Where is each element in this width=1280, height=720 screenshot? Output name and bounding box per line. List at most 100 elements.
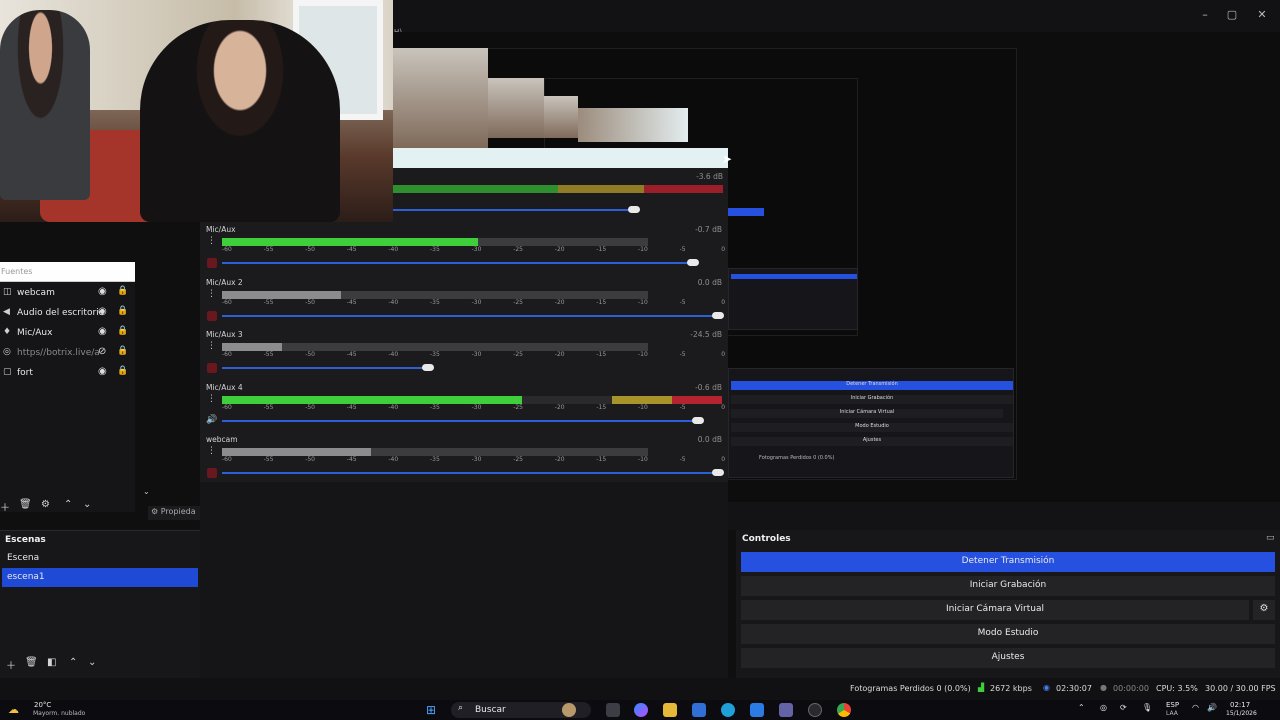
remove-scene-icon[interactable]: 🗑	[25, 657, 38, 668]
task-view-icon[interactable]	[606, 703, 620, 717]
tray-chevron-icon[interactable]: ⌃	[1078, 703, 1085, 712]
channel-menu-icon[interactable]: ⋮	[207, 289, 216, 299]
news-widget-icon[interactable]	[562, 703, 576, 717]
start-recording-button[interactable]: Iniciar Grabación	[741, 576, 1275, 596]
outlook-icon[interactable]	[750, 703, 764, 717]
mixer-channel: webcam 0.0 dB ⋮ -60 -55 -50 -45 -40 -35 -30 -25 -20…	[200, 432, 728, 484]
volume-knob[interactable]	[712, 469, 724, 476]
recursive-small-primary	[731, 274, 857, 279]
windows-start-icon[interactable]: ⊞	[426, 703, 436, 717]
volume-icon[interactable]: 🔊	[1207, 703, 1217, 712]
virtual-camera-settings-icon[interactable]: ⚙	[1253, 600, 1275, 620]
eye-icon[interactable]: ◉	[98, 286, 107, 297]
volume-slider[interactable]	[222, 367, 432, 369]
stop-stream-button[interactable]: Detener Transmisión	[741, 552, 1275, 572]
lock-icon[interactable]: 🔒	[117, 326, 128, 336]
add-scene-icon[interactable]: ＋	[6, 657, 16, 672]
language-indicator[interactable]: ESP	[1166, 701, 1179, 709]
speaker-icon[interactable]: 🔊	[206, 415, 217, 425]
lock-icon[interactable]: 🔒	[117, 286, 128, 296]
eye-icon[interactable]: ◉	[98, 326, 107, 337]
scenes-title: Escenas	[5, 535, 46, 545]
move-up-icon[interactable]: ⌃	[64, 499, 72, 510]
volume-knob[interactable]	[687, 259, 699, 266]
meter-tick-label: -25	[513, 403, 523, 411]
copilot-icon[interactable]	[634, 703, 648, 717]
source-item[interactable]: ◫ webcam ◉ 🔒	[0, 283, 135, 303]
meter-tick-label: -5	[679, 351, 686, 358]
muted-icon[interactable]	[207, 310, 217, 321]
desktop-audio-knob[interactable]	[628, 206, 640, 213]
obs-taskbar-icon[interactable]	[808, 703, 822, 717]
chrome-icon[interactable]	[837, 703, 851, 717]
scene-up-icon[interactable]: ⌃	[69, 657, 77, 668]
lock-icon[interactable]: 🔒	[117, 366, 128, 376]
virtual-camera-button[interactable]: Iniciar Cámara Virtual	[741, 600, 1249, 620]
dropped-frames: Fotogramas Perdidos 0 (0.0%)	[850, 684, 971, 693]
teams-icon[interactable]	[779, 703, 793, 717]
meter-tick-label: -25	[513, 351, 523, 358]
recursive-settings-button: Ajustes	[731, 437, 1013, 446]
obs-tray-icon[interactable]: ◎	[1100, 703, 1107, 712]
maximize-icon[interactable]: ▢	[1222, 8, 1242, 24]
meter-tick-label: -50	[305, 298, 315, 306]
eye-icon[interactable]: ◉	[98, 306, 107, 317]
close-icon[interactable]: ✕	[1252, 8, 1272, 24]
volume-slider[interactable]	[222, 472, 722, 474]
source-label: https//botrix.live/a	[17, 348, 100, 358]
channel-menu-icon[interactable]: ⋮	[207, 394, 216, 404]
channel-menu-icon[interactable]: ⋮	[207, 446, 216, 456]
source-item[interactable]: ▢ fort ◉ 🔒	[0, 363, 135, 383]
mic-tray-icon[interactable]: 🎙	[1142, 703, 1152, 712]
file-explorer-icon[interactable]	[663, 703, 677, 717]
source-item[interactable]: ◀ Audio del escritorio ◉ 🔒	[0, 303, 135, 323]
store-icon[interactable]	[692, 703, 706, 717]
meter-tick-label: -5	[679, 298, 686, 306]
clock-time[interactable]: 02:17	[1230, 701, 1250, 709]
scene-filter-icon[interactable]: ◧	[47, 657, 56, 668]
mixer-channel: Mic/Aux 2 0.0 dB ⋮ -60 -55 -50 -45 -40 -35 -30 -25…	[200, 275, 728, 327]
move-down-icon[interactable]: ⌄	[83, 499, 91, 510]
volume-knob[interactable]	[712, 311, 724, 319]
edge-icon[interactable]	[721, 703, 735, 717]
source-settings-icon[interactable]: ⚙	[41, 499, 50, 510]
lock-icon[interactable]: 🔒	[117, 346, 128, 356]
muted-icon[interactable]	[207, 258, 217, 268]
channel-menu-icon[interactable]: ⋮	[207, 341, 216, 351]
eye-hidden-icon[interactable]: ⊘	[98, 346, 106, 357]
scene-item-escena[interactable]: Escena	[2, 549, 198, 568]
wifi-icon[interactable]: ◠	[1192, 703, 1199, 712]
properties-button[interactable]: ⚙ Propieda	[148, 506, 200, 520]
undock-icon[interactable]: ▭	[1266, 533, 1275, 543]
volume-slider[interactable]	[222, 262, 697, 264]
volume-knob[interactable]	[692, 416, 704, 424]
volume-slider[interactable]	[222, 314, 722, 317]
scene-item-escena1[interactable]: escena1	[2, 568, 198, 587]
meter-tick-label: -55	[263, 456, 274, 463]
volume-knob[interactable]	[422, 364, 434, 371]
meter-tick-label: -15	[596, 246, 607, 253]
meter-scale: -60 -55 -50 -45 -40 -35 -30 -25 -20 -15 -10 -5 0	[222, 246, 725, 254]
muted-icon[interactable]	[207, 363, 217, 373]
channel-menu-icon[interactable]: ⋮	[207, 236, 216, 246]
minimize-icon[interactable]: –	[1195, 8, 1215, 24]
eye-icon[interactable]: ◉	[98, 366, 107, 377]
muted-icon[interactable]	[207, 468, 217, 478]
stream-time: 02:30:07	[1056, 684, 1092, 693]
add-source-icon[interactable]: ＋	[0, 499, 10, 514]
recursive-webcam-2	[488, 78, 544, 138]
volume-slider[interactable]	[222, 419, 702, 422]
remove-source-icon[interactable]: 🗑	[19, 499, 32, 510]
studio-mode-button[interactable]: Modo Estudio	[741, 624, 1275, 644]
desktop-audio-slider[interactable]	[393, 209, 635, 211]
channel-name: Mic/Aux 2	[206, 277, 243, 287]
dock-arrow-icon[interactable]: ⌄	[143, 487, 150, 496]
weather-icon[interactable]: ☁	[8, 703, 19, 716]
network-tray-icon[interactable]: ⟳	[1120, 703, 1127, 712]
source-item[interactable]: ♦ Mic/Aux ◉ 🔒	[0, 323, 135, 343]
lock-icon[interactable]: 🔒	[117, 306, 128, 316]
scene-down-icon[interactable]: ⌄	[88, 657, 96, 668]
source-item[interactable]: ◎ https//botrix.live/a ⊘ 🔒	[0, 343, 135, 363]
desktop-audio-level	[393, 185, 723, 193]
settings-button[interactable]: Ajustes	[741, 648, 1275, 668]
